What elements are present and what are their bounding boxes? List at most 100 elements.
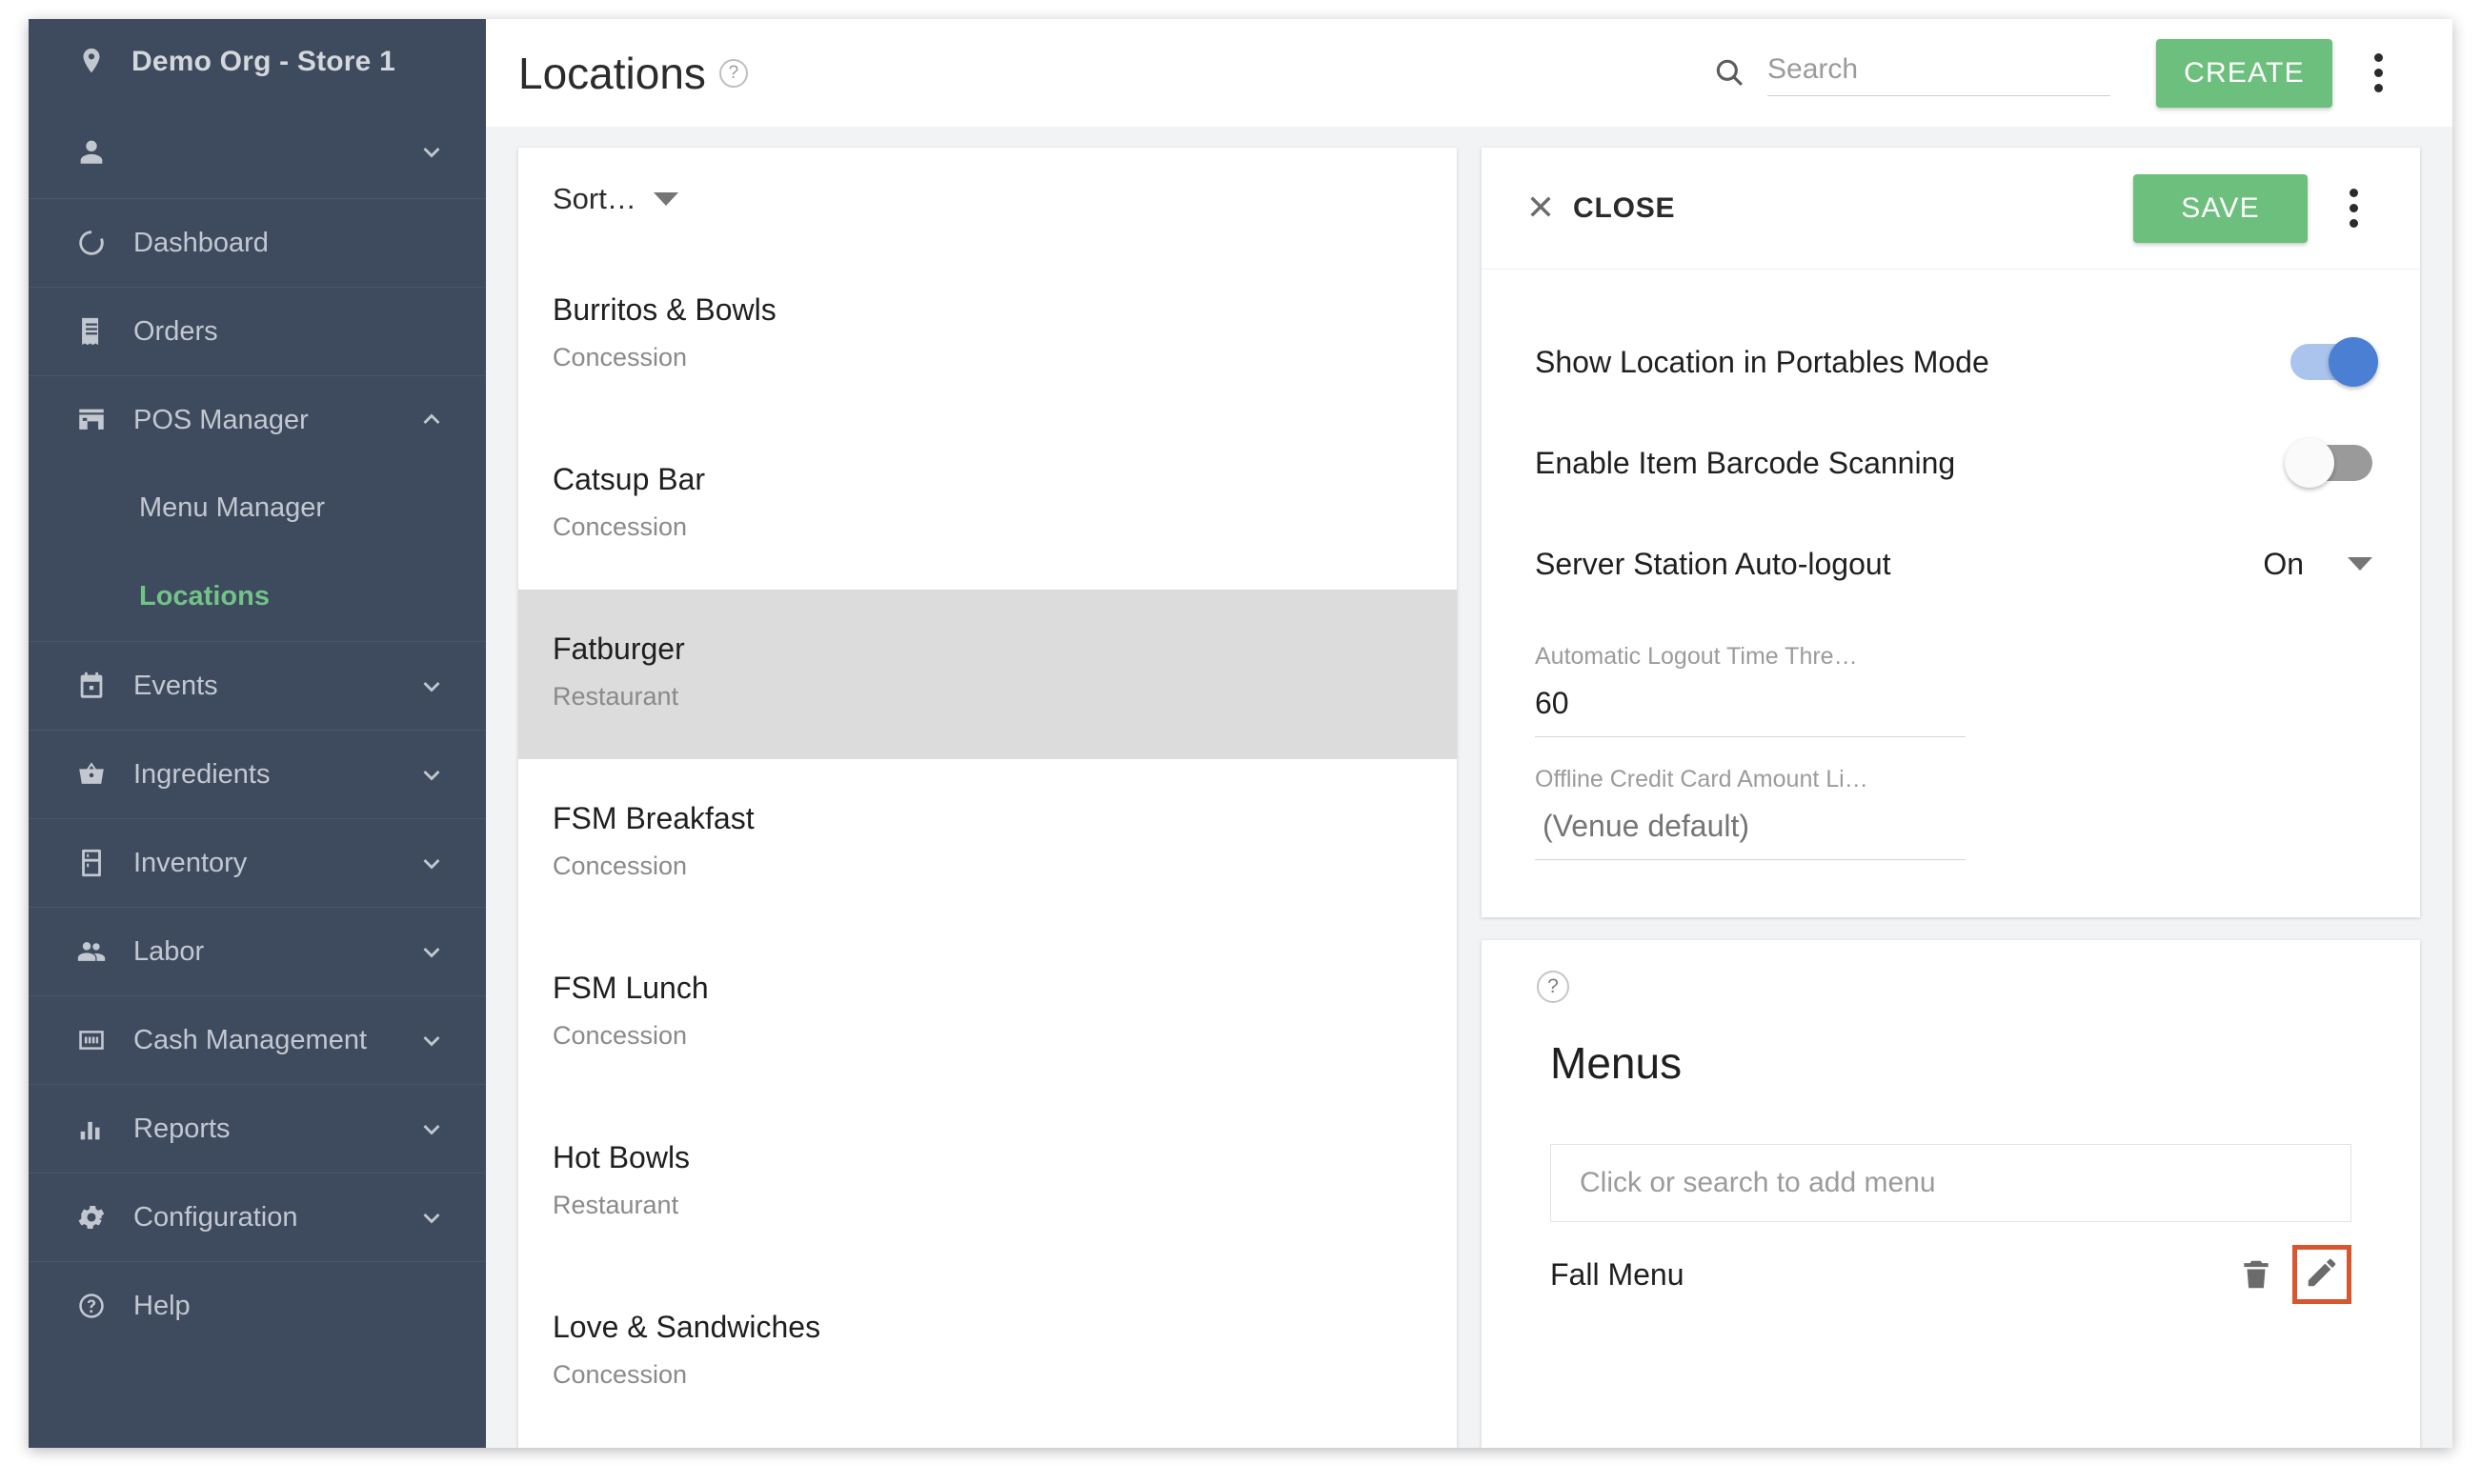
sidebar-item-configuration[interactable]: Configuration [29, 1173, 486, 1261]
location-detail-panel: CLOSE SAVE Show Location in Portables Mo [1482, 148, 2452, 1448]
setting-label: Show Location in Portables Mode [1535, 345, 2290, 380]
menus-card: ? Menus Click or search to add menu Fall… [1482, 940, 2420, 1448]
sidebar-item-label: Labor [133, 936, 391, 968]
sidebar-item-events[interactable]: Events [29, 641, 486, 730]
location-name: Hot Bowls [553, 1140, 1457, 1175]
edit-menu-button[interactable] [2292, 1245, 2351, 1304]
kebab-dot [2374, 84, 2383, 92]
setting-label: Enable Item Barcode Scanning [1535, 446, 2290, 481]
list-item-selected[interactable]: Fatburger Restaurant [518, 590, 1457, 759]
user-field[interactable] [131, 125, 393, 178]
list-item[interactable]: FSM Lunch Concession [518, 929, 1457, 1098]
setting-row-portables-mode: Show Location in Portables Mode [1535, 311, 2372, 412]
page-title: Locations [518, 48, 706, 99]
field-offline-credit-limit: Offline Credit Card Amount Li… [1535, 766, 1966, 860]
list-item[interactable]: Hot Bowls Restaurant [518, 1098, 1457, 1268]
sidebar-item-help[interactable]: Help [29, 1261, 486, 1350]
search-icon[interactable] [1712, 55, 1748, 96]
select-value: On [2263, 547, 2304, 582]
toggle-knob [2285, 438, 2334, 488]
field-automatic-logout-time: Automatic Logout Time Thre… [1535, 643, 1966, 737]
menus-help-icon[interactable]: ? [1537, 971, 1569, 1003]
sort-dropdown[interactable]: Sort… [518, 148, 1457, 251]
menu-row: Fall Menu [1550, 1222, 2351, 1327]
pencil-icon [2304, 1254, 2340, 1295]
topbar-kebab-menu-icon[interactable] [2350, 39, 2407, 108]
sidebar-item-label: Inventory [133, 848, 391, 879]
location-name: Burritos & Bowls [553, 292, 1457, 328]
setting-label: Server Station Auto-logout [1535, 547, 2263, 582]
list-item[interactable]: Catsup Bar Concession [518, 420, 1457, 590]
list-item[interactable]: FSM Breakfast Concession [518, 759, 1457, 929]
toggle-show-location-portables[interactable] [2290, 344, 2372, 380]
kebab-dot [2374, 69, 2383, 77]
sidebar: Demo Org - Store 1 Dashboard [29, 19, 486, 1448]
locations-list-panel: Sort… Burritos & Bowls Concession Catsup… [518, 148, 1457, 1448]
sidebar-item-label: Events [133, 671, 391, 702]
chevron-down-icon [2348, 557, 2372, 571]
create-button[interactable]: CREATE [2156, 39, 2332, 108]
setting-row-barcode-scanning: Enable Item Barcode Scanning [1535, 412, 2372, 513]
setting-row-auto-logout: Server Station Auto-logout On [1535, 513, 2372, 614]
sidebar-item-label: Reports [133, 1113, 391, 1145]
location-type: Concession [553, 343, 1457, 372]
toggle-enable-barcode-scanning[interactable] [2290, 445, 2372, 481]
top-bar: Locations ? CREATE [486, 19, 2452, 127]
sidebar-item-label: Configuration [133, 1202, 391, 1233]
dashboard-icon [74, 226, 109, 260]
page-help-icon[interactable]: ? [719, 59, 748, 88]
application-window: Demo Org - Store 1 Dashboard [29, 19, 2452, 1448]
add-menu-search-input[interactable]: Click or search to add menu [1550, 1144, 2351, 1222]
sidebar-item-inventory[interactable]: Inventory [29, 818, 486, 907]
sidebar-item-label: Ingredients [133, 759, 391, 791]
menu-name: Fall Menu [1550, 1257, 2231, 1293]
sidebar-item-label: Dashboard [133, 228, 448, 259]
location-name: FSM Lunch [553, 971, 1457, 1006]
detail-kebab-menu-icon[interactable] [2325, 174, 2382, 243]
bar-chart-icon [74, 1112, 109, 1146]
search-input[interactable] [1767, 50, 2110, 96]
sidebar-item-label: Orders [133, 316, 448, 348]
user-selector[interactable] [29, 105, 486, 198]
close-icon [1525, 191, 1556, 225]
sidebar-item-ingredients[interactable]: Ingredients [29, 730, 486, 818]
field-label: Offline Credit Card Amount Li… [1535, 766, 1966, 793]
help-circle-icon [74, 1289, 109, 1323]
sidebar-item-menu-manager[interactable]: Menu Manager [29, 464, 486, 552]
chevron-down-icon [415, 758, 448, 791]
chevron-down-icon [654, 192, 678, 206]
location-type: Concession [553, 852, 1457, 881]
trash-icon[interactable] [2231, 1250, 2281, 1299]
sidebar-item-labor[interactable]: Labor [29, 907, 486, 995]
menus-title: Menus [1550, 1037, 2372, 1089]
automatic-logout-time-input[interactable] [1535, 686, 1966, 737]
close-label: CLOSE [1573, 192, 1675, 225]
save-button[interactable]: SAVE [2133, 174, 2308, 243]
list-item[interactable]: Burritos & Bowls Concession [518, 251, 1457, 420]
sidebar-item-reports[interactable]: Reports [29, 1084, 486, 1173]
settings-card: CLOSE SAVE Show Location in Portables Mo [1482, 148, 2420, 917]
sidebar-item-orders[interactable]: Orders [29, 287, 486, 375]
sidebar-item-label: Cash Management [133, 1025, 391, 1056]
page-title-wrap: Locations ? [518, 48, 748, 99]
people-icon [74, 934, 109, 969]
offline-credit-limit-input[interactable] [1535, 809, 1966, 860]
cash-drawer-icon [74, 1023, 109, 1057]
add-menu-placeholder: Click or search to add menu [1580, 1167, 1936, 1199]
store-icon [74, 403, 109, 437]
sidebar-item-pos-manager[interactable]: POS Manager [29, 375, 486, 464]
gear-icon [74, 1200, 109, 1234]
sidebar-item-cash-management[interactable]: Cash Management [29, 995, 486, 1084]
auto-logout-select[interactable]: On [2263, 547, 2372, 582]
sidebar-item-locations[interactable]: Locations [29, 552, 486, 641]
list-item[interactable]: Love & Sandwiches Concession [518, 1268, 1457, 1437]
sidebar-item-dashboard[interactable]: Dashboard [29, 198, 486, 287]
detail-header: CLOSE SAVE [1482, 148, 2420, 270]
chevron-down-icon [415, 847, 448, 879]
main-region: Locations ? CREATE Sort… [486, 19, 2452, 1448]
basket-icon [74, 757, 109, 792]
close-button[interactable]: CLOSE [1525, 191, 1675, 225]
location-pin-icon [74, 45, 109, 79]
org-header[interactable]: Demo Org - Store 1 [29, 19, 486, 105]
chevron-up-icon [415, 404, 448, 436]
